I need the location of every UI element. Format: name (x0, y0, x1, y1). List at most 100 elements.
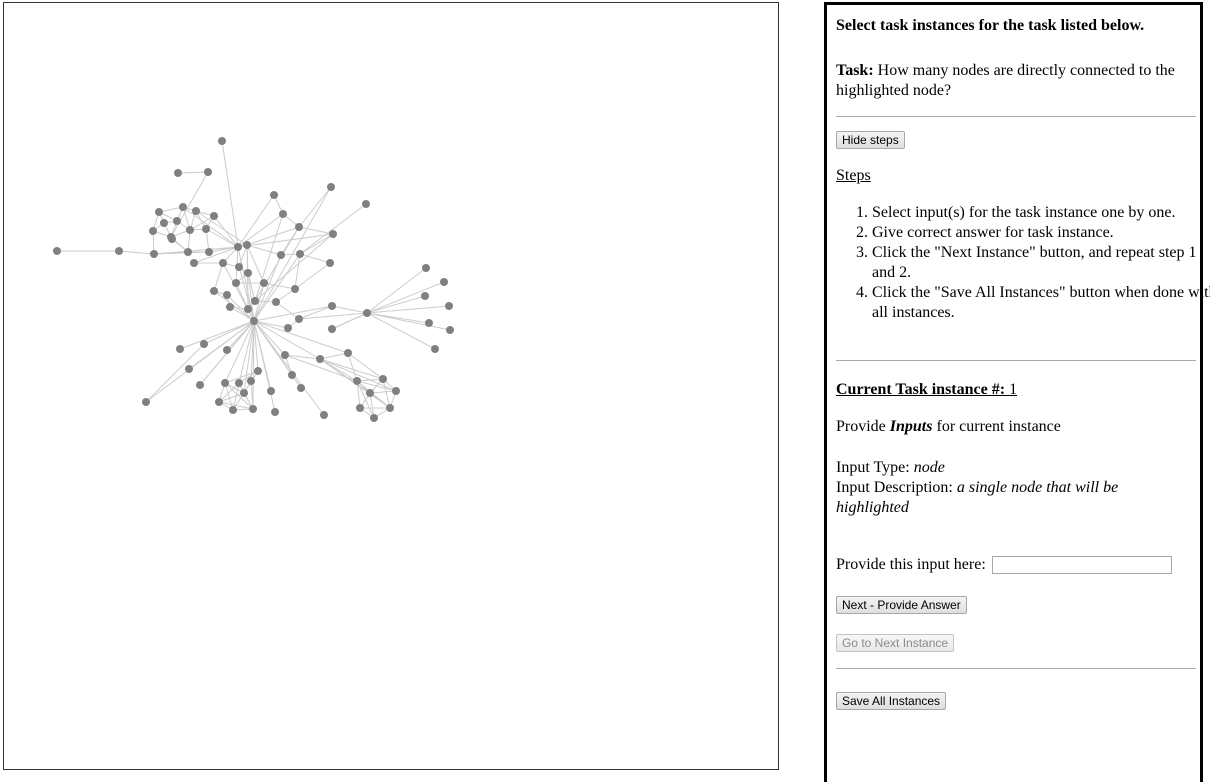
graph-node[interactable] (249, 405, 257, 413)
steps-list: Select input(s) for the task instance on… (836, 203, 1210, 323)
graph-node[interactable] (353, 377, 361, 385)
node-input-field[interactable] (991, 556, 1172, 575)
graph-node[interactable] (284, 324, 292, 332)
graph-node[interactable] (244, 269, 252, 277)
go-to-next-instance-button[interactable]: Go to Next Instance (836, 634, 955, 652)
save-all-instances-button[interactable]: Save All Instances (836, 692, 947, 710)
graph-node[interactable] (422, 264, 430, 272)
graph-node[interactable] (329, 230, 337, 238)
network-graph[interactable] (4, 3, 778, 769)
graph-node[interactable] (328, 325, 336, 333)
graph-node[interactable] (205, 248, 213, 256)
graph-node[interactable] (316, 355, 324, 363)
graph-node[interactable] (53, 247, 61, 255)
graph-node[interactable] (370, 414, 378, 422)
graph-node[interactable] (279, 210, 287, 218)
graph-node[interactable] (440, 278, 448, 286)
graph-panel (3, 2, 779, 770)
graph-node[interactable] (185, 365, 193, 373)
graph-node[interactable] (160, 219, 168, 227)
graph-node[interactable] (234, 243, 242, 251)
graph-node[interactable] (254, 367, 262, 375)
graph-node[interactable] (190, 259, 198, 267)
graph-node[interactable] (295, 223, 303, 231)
graph-node[interactable] (221, 379, 229, 387)
graph-node[interactable] (251, 297, 259, 305)
graph-node[interactable] (288, 371, 296, 379)
graph-node[interactable] (240, 389, 248, 397)
graph-node[interactable] (328, 302, 336, 310)
graph-node[interactable] (260, 279, 268, 287)
graph-node[interactable] (363, 309, 371, 317)
graph-node[interactable] (232, 279, 240, 287)
graph-node[interactable] (115, 247, 123, 255)
next-provide-answer-button[interactable]: Next - Provide Answer (836, 596, 967, 614)
graph-node[interactable] (379, 375, 387, 383)
graph-node[interactable] (200, 340, 208, 348)
graph-node[interactable] (327, 183, 335, 191)
graph-node[interactable] (149, 227, 157, 235)
graph-node[interactable] (204, 168, 212, 176)
graph-node[interactable] (142, 398, 150, 406)
graph-node[interactable] (446, 326, 454, 334)
graph-node[interactable] (235, 379, 243, 387)
graph-node[interactable] (421, 292, 429, 300)
graph-node[interactable] (202, 225, 210, 233)
graph-node[interactable] (210, 287, 218, 295)
graph-node[interactable] (295, 315, 303, 323)
graph-node[interactable] (277, 251, 285, 259)
graph-node[interactable] (326, 259, 334, 267)
graph-node[interactable] (425, 319, 433, 327)
graph-node[interactable] (150, 250, 158, 258)
graph-node[interactable] (366, 389, 374, 397)
graph-node[interactable] (431, 345, 439, 353)
graph-node[interactable] (247, 377, 255, 385)
graph-node[interactable] (218, 137, 226, 145)
graph-node[interactable] (235, 263, 243, 271)
graph-node[interactable] (168, 235, 176, 243)
graph-node[interactable] (296, 250, 304, 258)
graph-node[interactable] (184, 248, 192, 256)
graph-node[interactable] (267, 387, 275, 395)
graph-node[interactable] (210, 212, 218, 220)
graph-node[interactable] (243, 241, 251, 249)
graph-node[interactable] (215, 398, 223, 406)
graph-edge (347, 352, 384, 380)
graph-node[interactable] (362, 200, 370, 208)
graph-node[interactable] (386, 404, 394, 412)
graph-node[interactable] (356, 404, 364, 412)
graph-edge (253, 305, 333, 322)
graph-node[interactable] (229, 406, 237, 414)
graph-node[interactable] (196, 381, 204, 389)
graph-edge (294, 262, 331, 290)
graph-node[interactable] (179, 203, 187, 211)
divider (836, 116, 1196, 117)
graph-node[interactable] (192, 207, 200, 215)
graph-node[interactable] (173, 217, 181, 225)
graph-node[interactable] (297, 384, 305, 392)
graph-node[interactable] (155, 208, 163, 216)
graph-node[interactable] (223, 291, 231, 299)
divider (836, 668, 1196, 669)
graph-node[interactable] (176, 345, 184, 353)
hide-steps-button[interactable]: Hide steps (836, 131, 905, 149)
graph-node[interactable] (281, 351, 289, 359)
current-instance-title: Current Task instance #: 1 (836, 381, 1017, 399)
graph-node[interactable] (219, 259, 227, 267)
graph-node[interactable] (186, 226, 194, 234)
graph-node[interactable] (174, 169, 182, 177)
graph-node[interactable] (226, 303, 234, 311)
graph-node[interactable] (223, 346, 231, 354)
graph-node[interactable] (320, 411, 328, 419)
input-type-label: Input Type: (836, 459, 910, 476)
graph-node[interactable] (270, 191, 278, 199)
graph-node[interactable] (445, 302, 453, 310)
graph-node[interactable] (392, 387, 400, 395)
graph-node[interactable] (344, 349, 352, 357)
graph-node[interactable] (250, 317, 258, 325)
graph-node[interactable] (272, 298, 280, 306)
graph-node[interactable] (244, 305, 252, 313)
graph-node[interactable] (291, 285, 299, 293)
graph-edge (319, 358, 384, 380)
graph-node[interactable] (271, 408, 279, 416)
